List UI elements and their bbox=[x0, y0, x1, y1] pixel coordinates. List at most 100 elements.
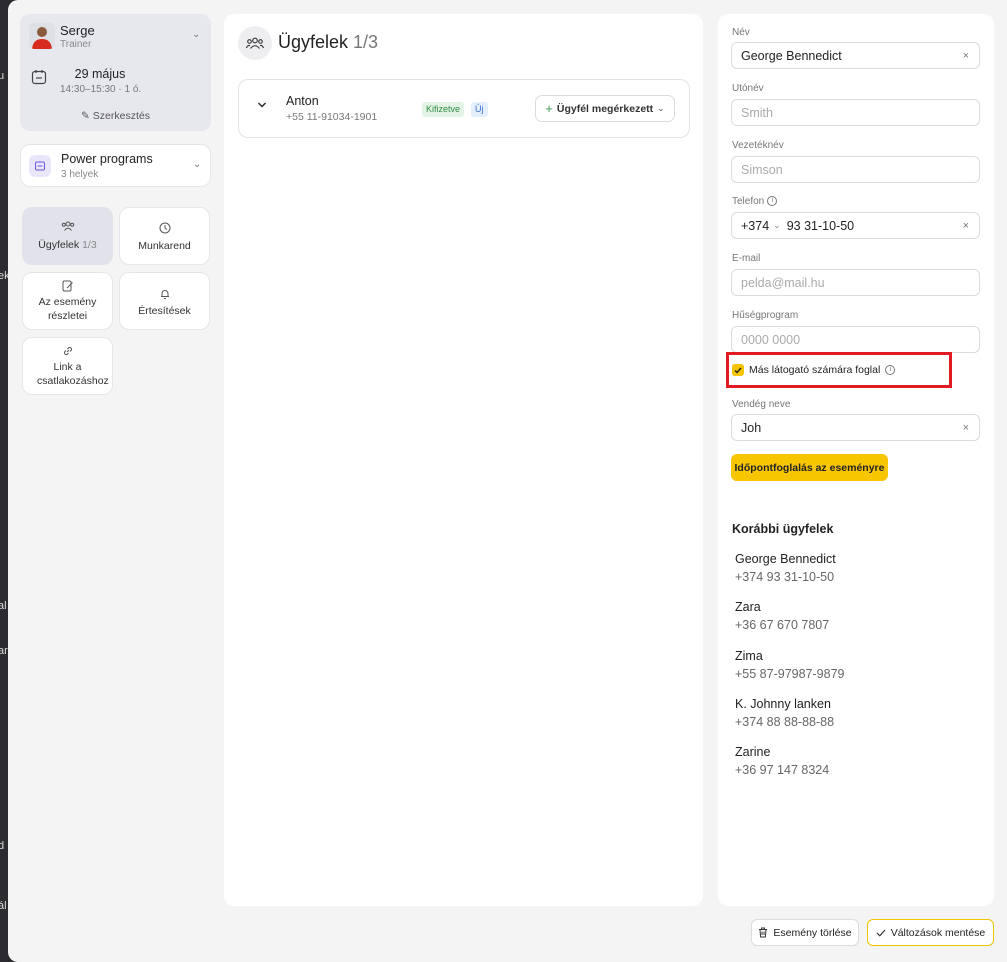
trainer-role: Trainer bbox=[60, 39, 92, 50]
clients-panel: Ügyfelek 1/3 Anton +55 11-91034-1901 Kif… bbox=[224, 14, 703, 906]
trainer-card[interactable]: Serge Trainer ⌄ 29 május 14:30–15:30 · 1… bbox=[20, 14, 211, 131]
save-changes-label: Változások mentése bbox=[890, 926, 986, 939]
phone-label-row: Telefon i bbox=[732, 196, 778, 207]
clear-icon[interactable]: × bbox=[963, 220, 969, 232]
tab-clients-label: Ügyfelek bbox=[38, 239, 80, 251]
clear-icon[interactable]: × bbox=[963, 422, 969, 434]
list-item[interactable]: Zara +36 67 670 7807 bbox=[735, 598, 829, 634]
plus-icon: + bbox=[545, 101, 553, 116]
previous-client-name: George Bennedict bbox=[735, 552, 836, 566]
status-badge-new: Új bbox=[471, 102, 488, 117]
last-name-input[interactable]: Simson bbox=[731, 156, 980, 183]
pencil-icon: ✎ bbox=[81, 110, 90, 122]
tab-schedule-label: Munkarend bbox=[138, 240, 191, 252]
chevron-down-icon[interactable] bbox=[257, 101, 267, 109]
trainer-name: Serge bbox=[60, 23, 95, 38]
clients-title: Ügyfelek bbox=[278, 32, 349, 52]
tab-join-link[interactable]: Link a csatlakozáshoz bbox=[22, 337, 113, 395]
first-name-input[interactable]: Smith bbox=[731, 99, 980, 126]
edit-button[interactable]: ✎ Szerkesztés bbox=[20, 110, 211, 122]
delete-event-label: Esemény törlése bbox=[773, 926, 852, 939]
previous-client-phone: +374 93 31-10-50 bbox=[735, 570, 835, 584]
event-date: 29 május bbox=[74, 67, 126, 81]
first-name-label: Utónév bbox=[732, 83, 764, 94]
loyalty-input[interactable]: 0000 0000 bbox=[731, 326, 980, 353]
previous-client-name: Zara bbox=[735, 600, 761, 614]
previous-client-name: Zima bbox=[735, 649, 763, 663]
chevron-down-icon: ⌄ bbox=[773, 220, 781, 230]
name-input[interactable]: George Bennedict × bbox=[731, 42, 980, 69]
event-time: 14:30–15:30 · 1 ó. bbox=[60, 84, 142, 95]
page-title: Ügyfelek 1/3 bbox=[278, 32, 378, 53]
program-title: Power programs bbox=[61, 152, 153, 166]
email-label: E-mail bbox=[732, 253, 761, 264]
program-selector[interactable]: Power programs 3 helyek ⌄ bbox=[20, 144, 211, 187]
previous-clients-title: Korábbi ügyfelek bbox=[732, 522, 834, 536]
tab-clients[interactable]: Ügyfelek 1/3 bbox=[22, 207, 113, 265]
link-icon bbox=[63, 346, 72, 356]
edit-label: Szerkesztés bbox=[92, 110, 150, 122]
list-item[interactable]: K. Johnny lanken +374 88 88-88-88 bbox=[735, 695, 834, 731]
previous-client-phone: +55 87-97987-9879 bbox=[735, 667, 845, 681]
previous-client-name: K. Johnny lanken bbox=[735, 697, 831, 711]
avatar bbox=[29, 23, 55, 49]
country-code: +374 bbox=[741, 218, 770, 233]
phone-label: Telefon bbox=[732, 196, 765, 207]
chevron-down-icon: ⌄ bbox=[193, 159, 202, 170]
guest-name-label: Vendég neve bbox=[732, 399, 791, 410]
client-name: Anton bbox=[286, 94, 319, 108]
highlight-box bbox=[726, 352, 952, 388]
save-changes-button[interactable]: Változások mentése bbox=[867, 919, 994, 946]
guest-name-value: Joh bbox=[741, 420, 762, 435]
last-name-label: Vezetéknév bbox=[732, 140, 784, 151]
client-form-panel: Név George Bennedict × Utónév Smith Veze… bbox=[718, 14, 994, 906]
program-subtitle: 3 helyek bbox=[61, 169, 99, 180]
calendar-icon bbox=[31, 70, 47, 85]
clock-icon bbox=[159, 222, 170, 234]
book-for-other-checkbox-row[interactable]: Más látogató számára foglal i bbox=[726, 352, 952, 388]
tab-schedule[interactable]: Munkarend bbox=[119, 207, 210, 265]
country-code-select[interactable]: +374 ⌄ bbox=[741, 219, 787, 233]
client-row[interactable]: Anton +55 11-91034-1901 Kifizetve Új + Ü… bbox=[238, 79, 690, 138]
previous-client-phone: +36 97 147 8324 bbox=[735, 763, 830, 777]
list-item[interactable]: Zarine +36 97 147 8324 bbox=[735, 743, 829, 779]
previous-client-phone: +36 67 670 7807 bbox=[735, 618, 830, 632]
tab-event-details-label: Az esemény részletei bbox=[38, 296, 97, 322]
bell-icon bbox=[160, 290, 169, 299]
chevron-down-icon: ⌄ bbox=[657, 103, 665, 113]
background-app-strip: u ek al ar d ál bbox=[0, 0, 10, 962]
status-badge-paid: Kifizetve bbox=[422, 102, 465, 117]
client-arrived-label: Ügyfél megérkezett bbox=[556, 102, 654, 115]
edit-document-icon bbox=[62, 280, 73, 292]
phone-input[interactable]: +374 ⌄ 93 31-10-50 × bbox=[731, 212, 980, 239]
list-item[interactable]: Zima +55 87-97987-9879 bbox=[735, 647, 844, 683]
tab-clients-count: 1/3 bbox=[82, 239, 97, 251]
event-modal: Serge Trainer ⌄ 29 május 14:30–15:30 · 1… bbox=[8, 0, 1007, 962]
list-item[interactable]: George Bennedict +374 93 31-10-50 bbox=[735, 550, 836, 586]
guest-name-input[interactable]: Joh × bbox=[731, 414, 980, 441]
program-icon bbox=[29, 155, 51, 177]
tab-event-details[interactable]: Az esemény részletei bbox=[22, 272, 113, 330]
name-label: Név bbox=[732, 27, 750, 38]
name-value: George Bennedict bbox=[741, 48, 842, 63]
client-phone: +55 11-91034-1901 bbox=[286, 111, 378, 123]
delete-event-button[interactable]: Esemény törlése bbox=[751, 919, 859, 946]
tab-notifications-label: Értesítések bbox=[138, 305, 191, 317]
clients-count: 1/3 bbox=[353, 32, 379, 52]
book-event-button[interactable]: Időpontfoglalás az eseményre bbox=[731, 454, 888, 481]
phone-value: 93 31-10-50 bbox=[786, 218, 855, 233]
trash-icon bbox=[759, 927, 768, 938]
previous-client-name: Zarine bbox=[735, 745, 771, 759]
tab-notifications[interactable]: Értesítések bbox=[119, 272, 210, 330]
previous-client-phone: +374 88 88-88-88 bbox=[735, 715, 835, 729]
tab-join-link-label: Link a csatlakozáshoz bbox=[37, 361, 109, 387]
check-icon bbox=[876, 929, 886, 937]
chevron-down-icon[interactable]: ⌄ bbox=[192, 29, 200, 40]
client-arrived-button[interactable]: + Ügyfél megérkezett ⌄ bbox=[535, 95, 675, 122]
email-input[interactable]: pelda@mail.hu bbox=[731, 269, 980, 296]
users-icon bbox=[61, 221, 74, 231]
users-icon bbox=[238, 26, 272, 60]
clear-icon[interactable]: × bbox=[963, 50, 969, 62]
info-icon[interactable]: i bbox=[767, 196, 778, 207]
loyalty-label: Hűségprogram bbox=[732, 310, 799, 321]
